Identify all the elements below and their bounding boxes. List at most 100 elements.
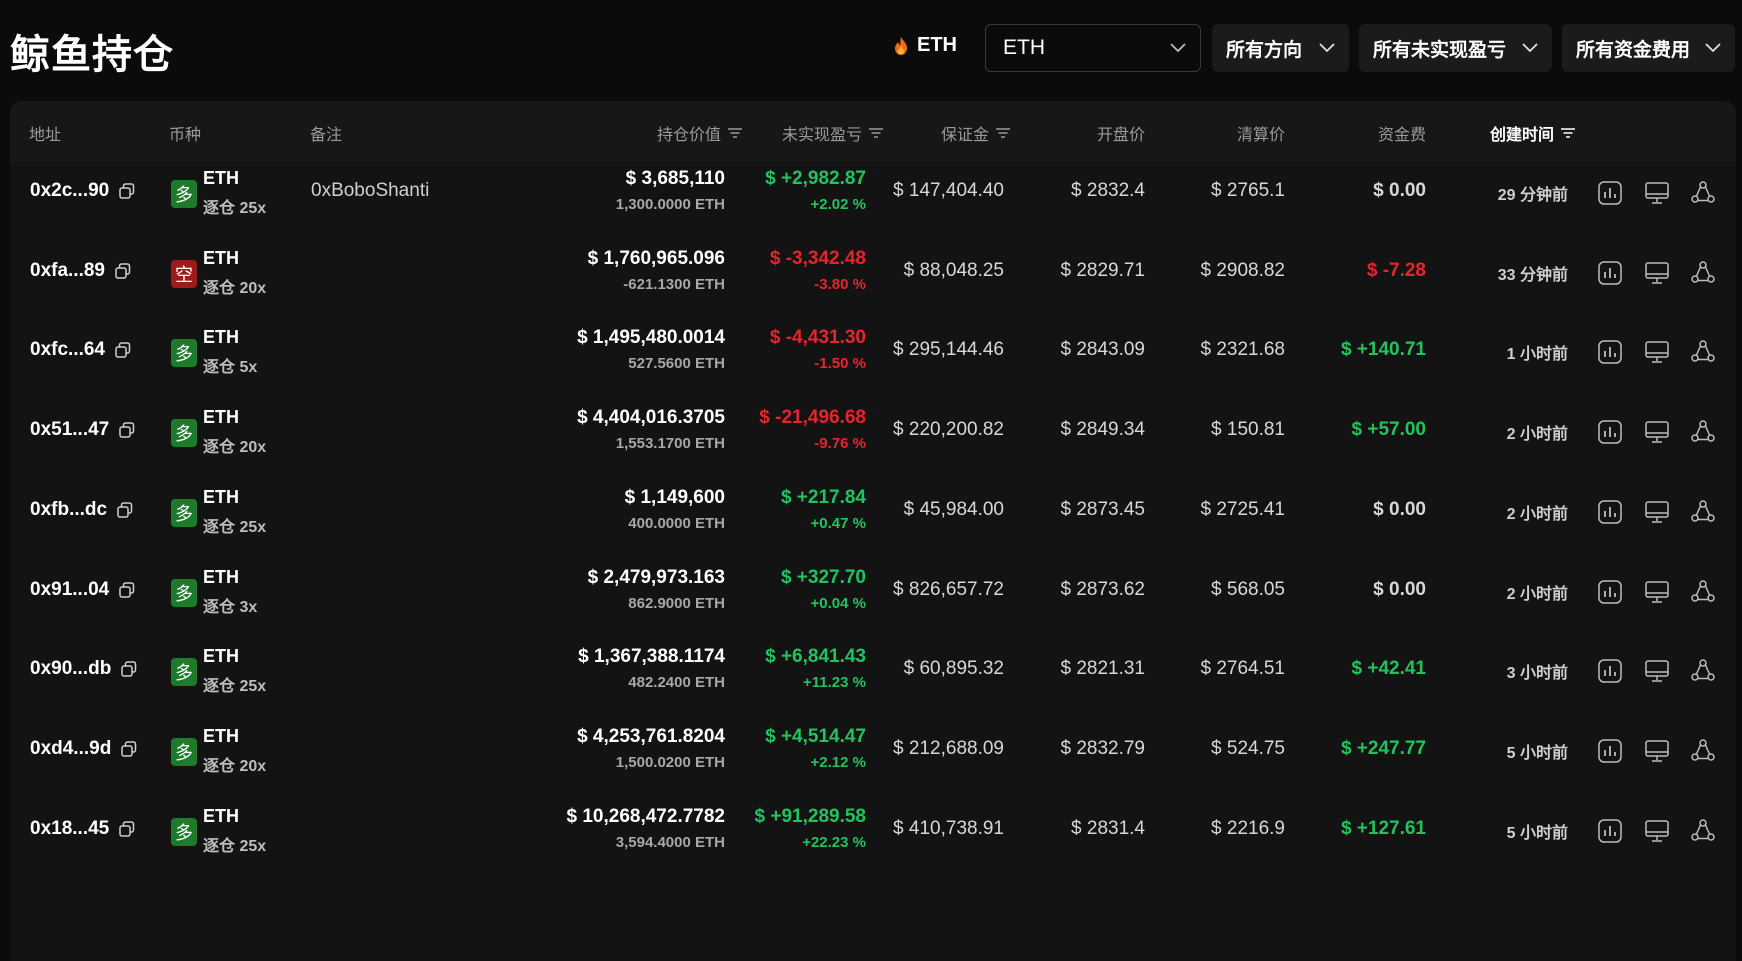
coin-select[interactable]: ETH: [985, 24, 1201, 72]
position-qty: 482.2400 ETH: [628, 674, 725, 692]
table-row[interactable]: 0x91...04 多 ETH 逐仓 3x $ 2,479,973.163 862.900…: [10, 549, 1736, 637]
side-badge: 多: [171, 180, 197, 208]
copy-icon[interactable]: [117, 181, 137, 201]
address[interactable]: 0xd4...9d: [30, 738, 111, 760]
funding-select[interactable]: 所有资金费用: [1562, 24, 1735, 72]
bar-chart-icon[interactable]: [1596, 338, 1624, 366]
created-time: 33 分钟前: [1497, 266, 1568, 284]
share-icon[interactable]: [1689, 338, 1717, 366]
copy-icon[interactable]: [119, 659, 139, 679]
share-icon[interactable]: [1689, 737, 1717, 765]
unrealized-pnl: $ +6,841.43: [765, 646, 866, 668]
coin-tag[interactable]: ETH: [893, 34, 957, 57]
address[interactable]: 0xfa...89: [30, 260, 105, 282]
unrealized-pnl: $ -21,496.68: [759, 407, 866, 429]
copy-icon[interactable]: [117, 819, 137, 839]
page-title: 鲸鱼持仓: [10, 33, 174, 77]
bar-chart-icon[interactable]: [1596, 737, 1624, 765]
share-icon[interactable]: [1689, 578, 1717, 606]
address-cell[interactable]: 0xfb...dc: [30, 499, 135, 521]
chevron-down-icon: [1319, 43, 1335, 53]
unrealized-pnl-percent: +0.04 %: [810, 594, 866, 612]
copy-icon[interactable]: [115, 500, 135, 520]
monitor-icon[interactable]: [1643, 817, 1671, 845]
position-qty: -621.1300 ETH: [623, 275, 725, 293]
monitor-icon[interactable]: [1643, 737, 1671, 765]
bar-chart-icon[interactable]: [1596, 498, 1624, 526]
address-cell[interactable]: 0x51...47: [30, 419, 137, 441]
side-badge: 多: [171, 419, 197, 448]
leverage: 逐仓 25x: [203, 518, 267, 536]
monitor-icon[interactable]: [1643, 498, 1671, 526]
col-entry: 开盘价: [1096, 127, 1145, 144]
page-header: 鲸鱼持仓 ETH ETH 所有方向 所有未实现盈亏 所有资金费用: [0, 0, 1742, 100]
address[interactable]: 0x2c...90: [30, 180, 109, 202]
leverage: 逐仓 20x: [203, 757, 267, 775]
copy-icon[interactable]: [113, 340, 133, 360]
entry-price: $ 2849.34: [1060, 419, 1145, 441]
monitor-icon[interactable]: [1643, 657, 1671, 685]
col-pnl[interactable]: 未实现盈亏: [782, 121, 884, 145]
copy-icon[interactable]: [119, 739, 139, 759]
address[interactable]: 0x90...db: [30, 658, 111, 680]
address[interactable]: 0x51...47: [30, 419, 109, 441]
table-row[interactable]: 0x51...47 多 ETH 逐仓 20x $ 4,404,016.3705 1,553…: [10, 389, 1736, 477]
address[interactable]: 0x91...04: [30, 579, 109, 601]
copy-icon[interactable]: [117, 580, 137, 600]
address[interactable]: 0xfc...64: [30, 339, 105, 361]
address-cell[interactable]: 0xd4...9d: [30, 738, 139, 760]
table-row[interactable]: 0x90...db 多 ETH 逐仓 25x $ 1,367,388.1174 482.2…: [10, 628, 1736, 716]
liquidation-price: $ 2908.82: [1200, 259, 1285, 281]
monitor-icon[interactable]: [1643, 179, 1671, 207]
liquidation-price: $ 568.05: [1211, 578, 1285, 600]
entry-price: $ 2821.31: [1060, 658, 1145, 680]
margin: $ 45,984.00: [903, 498, 1004, 520]
monitor-icon[interactable]: [1643, 259, 1671, 287]
table-row[interactable]: 0xfa...89 空 ETH 逐仓 20x $ 1,760,965.096 -621.1…: [10, 230, 1736, 318]
bar-chart-icon[interactable]: [1596, 817, 1624, 845]
share-icon[interactable]: [1689, 179, 1717, 207]
bar-chart-icon[interactable]: [1596, 418, 1624, 446]
symbol: ETH: [203, 646, 239, 667]
unrealized-pnl-percent: +11.23 %: [803, 674, 866, 692]
col-liq: 清算价: [1236, 127, 1285, 144]
unrealized-pnl-percent: -9.76 %: [814, 435, 866, 453]
address-cell[interactable]: 0x18...45: [30, 818, 137, 840]
copy-icon[interactable]: [117, 420, 137, 440]
share-icon[interactable]: [1689, 418, 1717, 446]
funding-fee: $ 0.00: [1373, 578, 1426, 600]
bar-chart-icon[interactable]: [1596, 578, 1624, 606]
address[interactable]: 0x18...45: [30, 818, 109, 840]
col-created[interactable]: 创建时间: [1490, 121, 1576, 145]
bar-chart-icon[interactable]: [1596, 259, 1624, 287]
bar-chart-icon[interactable]: [1596, 179, 1624, 207]
liquidation-price: $ 524.75: [1211, 737, 1285, 759]
bar-chart-icon[interactable]: [1596, 657, 1624, 685]
monitor-icon[interactable]: [1643, 338, 1671, 366]
address-cell[interactable]: 0x90...db: [30, 658, 139, 680]
address-cell[interactable]: 0x91...04: [30, 579, 137, 601]
share-icon[interactable]: [1689, 817, 1717, 845]
table-row[interactable]: 0xfc...64 多 ETH 逐仓 5x $ 1,495,480.0014 527.56…: [10, 309, 1736, 397]
copy-icon[interactable]: [113, 261, 133, 281]
pnl-select[interactable]: 所有未实现盈亏: [1359, 24, 1552, 72]
address-cell[interactable]: 0x2c...90: [30, 180, 137, 202]
address[interactable]: 0xfb...dc: [30, 499, 107, 521]
address-cell[interactable]: 0xfc...64: [30, 339, 133, 361]
monitor-icon[interactable]: [1643, 578, 1671, 606]
table-row[interactable]: 0xfb...dc 多 ETH 逐仓 25x $ 1,149,600 400.0000 E…: [10, 469, 1736, 557]
table-row[interactable]: 0x18...45 多 ETH 逐仓 25x $ 10,268,472.7782 3,59…: [10, 788, 1736, 876]
unrealized-pnl-percent: +2.12 %: [810, 753, 866, 771]
table-row[interactable]: 0xd4...9d 多 ETH 逐仓 20x $ 4,253,761.8204 1,500…: [10, 708, 1736, 796]
unrealized-pnl-percent: +2.02 %: [810, 196, 866, 213]
col-value[interactable]: 持仓价值: [657, 121, 743, 145]
monitor-icon[interactable]: [1643, 418, 1671, 446]
share-icon[interactable]: [1689, 498, 1717, 526]
col-margin[interactable]: 保证金: [941, 121, 1011, 145]
share-icon[interactable]: [1689, 657, 1717, 685]
table-row[interactable]: 0x2c...90 多 ETH 逐仓 25x 0xBoboShanti $ 3,685,1…: [10, 150, 1736, 238]
share-icon[interactable]: [1689, 259, 1717, 287]
address-cell[interactable]: 0xfa...89: [30, 260, 133, 282]
direction-select[interactable]: 所有方向: [1212, 24, 1349, 72]
margin: $ 147,404.40: [893, 180, 1004, 201]
